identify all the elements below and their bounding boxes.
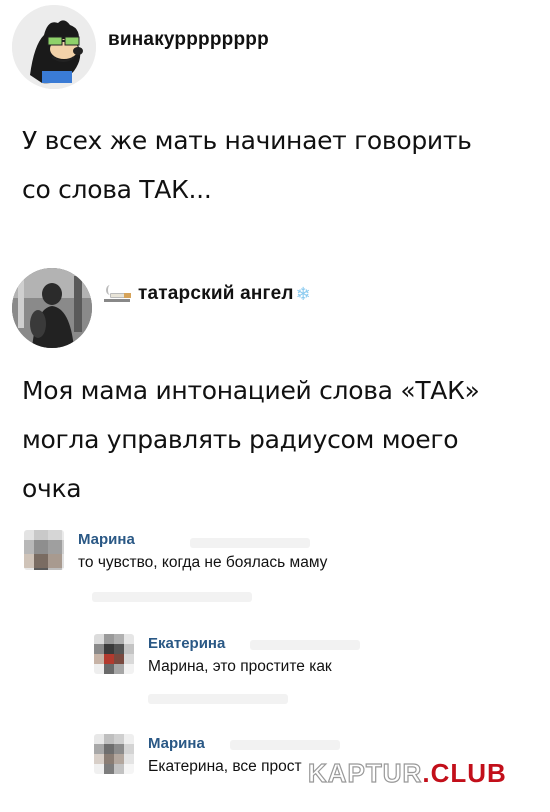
comment-avatar-pixelated-icon[interactable] xyxy=(24,530,64,570)
cartoon-goofy-sunglasses-avatar-icon[interactable] xyxy=(12,5,96,89)
photo-avatar-icon[interactable] xyxy=(12,268,92,348)
post-2-text-line: Моя мама интонацией слова «ТАК» xyxy=(22,376,480,405)
cigarette-icon xyxy=(104,285,132,303)
snowflake-icon: ❄ xyxy=(295,283,311,304)
post-2-text-line: очка xyxy=(22,474,82,503)
blurred-strip xyxy=(230,740,340,750)
post-1-text: У всех же мать начинает говорить со слов… xyxy=(22,116,472,214)
comment-avatar-pixelated-icon[interactable] xyxy=(94,734,134,774)
site-watermark: KAPTUR.CLUB xyxy=(307,757,507,789)
post-2-author-wrap: татарский ангел ❄ xyxy=(104,283,311,305)
post-1-author[interactable]: винакурррррррр xyxy=(108,29,269,51)
blurred-strip xyxy=(250,640,360,650)
post-1: винакурррррррр У всех же мать начинает г… xyxy=(0,0,550,230)
comment-avatar-pixelated-icon[interactable] xyxy=(94,634,134,674)
post-1-text-line: со слова ТАК... xyxy=(22,175,212,204)
comment: Марина то чувство, когда не боялась маму xyxy=(24,530,327,574)
watermark-part: .CLUB xyxy=(422,758,507,788)
comment-text: то чувство, когда не боялась маму xyxy=(78,554,328,571)
post-1-text-line: У всех же мать начинает говорить xyxy=(22,126,472,155)
post-2-header: татарский ангел ❄ xyxy=(12,268,311,348)
blurred-strip xyxy=(148,694,288,704)
comment-text: Марина, это простите как xyxy=(148,658,332,675)
comment-body: Марина то чувство, когда не боялась маму xyxy=(78,530,327,574)
comment-text: Екатерина, все прост xyxy=(148,758,302,775)
post-2-text-line: могла управлять радиусом моего xyxy=(22,425,459,454)
blurred-strip xyxy=(190,538,310,548)
blurred-strip xyxy=(92,592,252,602)
post-2-author[interactable]: татарский ангел xyxy=(138,283,294,305)
post-1-header: винакурррррррр xyxy=(12,5,269,89)
watermark-part: KAPTUR xyxy=(307,757,423,788)
post-2-text: Моя мама интонацией слова «ТАК» могла уп… xyxy=(22,366,480,513)
